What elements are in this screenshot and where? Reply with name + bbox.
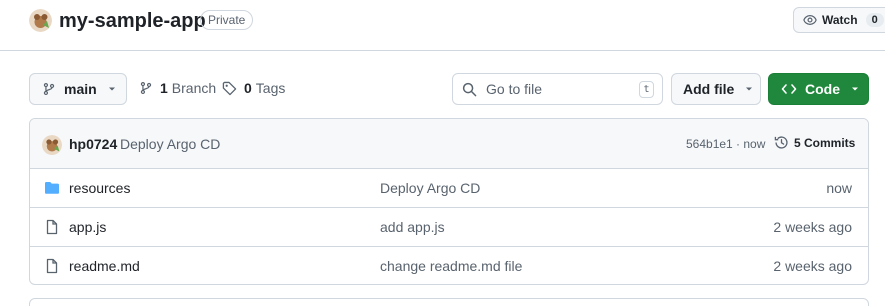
file-list: hp0724 Deploy Argo CD 564b1e1 · now 5 Co… [29, 118, 869, 285]
author-avatar[interactable] [42, 135, 62, 155]
history-icon [774, 136, 788, 149]
watch-count: 0 [865, 13, 884, 27]
branch-select-button[interactable]: main [29, 73, 127, 105]
branch-icon [43, 82, 55, 96]
code-label: Code [805, 81, 840, 97]
shortcut-key: t [639, 81, 654, 98]
owner-avatar[interactable] [29, 9, 52, 32]
tag-count: 0 [244, 80, 252, 96]
repo-header: my-sample-app Private Watch 0 [0, 0, 885, 51]
avatar-image [29, 9, 52, 32]
commit-sha-time[interactable]: 564b1e1 · now [686, 137, 765, 151]
add-file-button[interactable]: Add file [671, 73, 761, 105]
avatar-image [42, 135, 62, 155]
add-file-label: Add file [683, 81, 735, 97]
tags-link[interactable]: 0 Tags [222, 80, 285, 96]
branches-link[interactable]: 1 Branch [139, 80, 216, 96]
latest-commit-bar: hp0724 Deploy Argo CD 564b1e1 · now 5 Co… [30, 119, 868, 169]
file-commit-message[interactable]: change readme.md file [380, 258, 522, 274]
commit-message-link[interactable]: Deploy Argo CD [120, 136, 220, 152]
folder-icon [45, 182, 59, 194]
file-name-link[interactable]: resources [69, 180, 130, 196]
file-icon [46, 258, 58, 274]
visibility-badge: Private [200, 10, 254, 30]
watch-label: Watch [822, 13, 858, 27]
branch-word: Branch [171, 80, 217, 96]
file-name-link[interactable]: app.js [69, 219, 106, 235]
file-row: resources Deploy Argo CD now [30, 169, 868, 208]
tag-word: Tags [255, 80, 286, 96]
branch-icon [140, 81, 152, 95]
commit-author-link[interactable]: hp0724 [69, 136, 117, 152]
file-commit-message[interactable]: add app.js [380, 219, 445, 235]
commits-label: 5 Commits [794, 135, 856, 150]
file-row: readme.md change readme.md file 2 weeks … [30, 247, 868, 284]
tag-icon [222, 81, 237, 95]
eye-icon [803, 15, 817, 25]
chevron-down-icon [108, 87, 115, 91]
chevron-down-icon [852, 87, 858, 91]
repo-name-link[interactable]: my-sample-app [59, 8, 206, 34]
file-age: 2 weeks ago [773, 258, 852, 274]
file-icon [46, 219, 58, 235]
file-name-link[interactable]: readme.md [69, 258, 140, 274]
code-button[interactable]: Code [768, 73, 869, 105]
file-commit-message[interactable]: Deploy Argo CD [380, 180, 480, 196]
branch-count: 1 [160, 80, 168, 96]
search-icon [462, 82, 477, 96]
go-to-file-input[interactable]: Go to file t [452, 73, 663, 105]
chevron-down-icon [746, 87, 753, 91]
commits-history-link[interactable]: 5 Commits [774, 135, 855, 150]
file-age: now [826, 180, 852, 196]
code-icon [781, 84, 797, 94]
file-row: app.js add app.js 2 weeks ago [30, 208, 868, 247]
search-placeholder: Go to file [486, 81, 543, 97]
readme-panel [29, 298, 869, 306]
branch-name: main [64, 81, 97, 97]
watch-button[interactable]: Watch 0 [793, 7, 885, 33]
file-age: 2 weeks ago [773, 219, 852, 235]
